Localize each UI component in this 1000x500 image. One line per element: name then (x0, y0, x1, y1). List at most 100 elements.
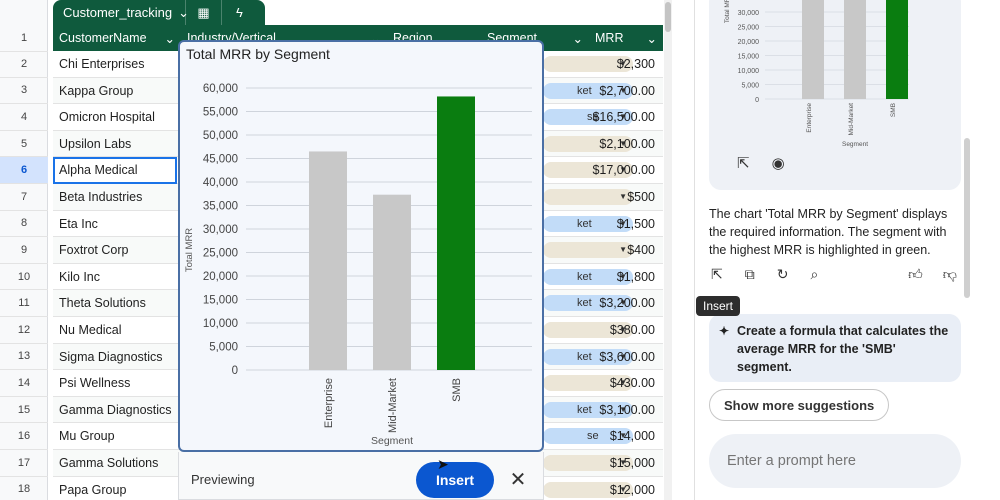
insert-button[interactable]: Insert (416, 462, 494, 498)
row-number[interactable]: 12 (0, 317, 48, 344)
cell-customer-name[interactable]: Theta Solutions (59, 290, 146, 317)
x-tick-label: SMB (451, 378, 463, 402)
mini-y-tick-label: 20,000 (738, 39, 760, 46)
row-number[interactable]: 11 (0, 290, 48, 317)
insert-icon[interactable]: ⇱ (711, 266, 723, 283)
cell-mrr[interactable]: $3,600.00 (599, 344, 655, 371)
cell-customer-name[interactable]: Alpha Medical Center (53, 157, 177, 204)
eye-icon[interactable]: ◉ (772, 154, 785, 172)
cell-mrr[interactable]: $2,100.00 (599, 131, 655, 158)
table-view-icon[interactable]: ▦ (185, 0, 221, 25)
row-number[interactable]: 1 (0, 25, 48, 52)
row-number[interactable]: 15 (0, 397, 48, 424)
chart-preview-card[interactable]: Total MRR by Segment 0 5,000 10,000 15,000 2… (178, 40, 544, 452)
prompt-input[interactable] (709, 434, 961, 488)
row-number[interactable]: 2 (0, 51, 48, 78)
row-number[interactable]: 16 (0, 423, 48, 450)
cell-customer-name[interactable]: Gamma Solutions (59, 450, 158, 477)
row-number[interactable]: 18 (0, 477, 48, 500)
cell-mrr[interactable]: $500 (627, 184, 655, 211)
x-tick-label: Mid-Market (387, 378, 399, 433)
row-number[interactable]: 17 (0, 450, 48, 477)
open-in-sheet-icon[interactable]: ⇱ (737, 154, 750, 172)
segment-chip-label (547, 457, 577, 469)
cell-customer-name[interactable]: Eta Inc (59, 211, 98, 238)
row-number[interactable]: 4 (0, 104, 48, 131)
scrollbar-thumb[interactable] (665, 2, 671, 32)
suggestion-chip[interactable]: ✦ Create a formula that calculates the a… (709, 314, 961, 382)
mini-bar (844, 0, 866, 99)
cell-mrr[interactable]: $3,100.00 (599, 397, 655, 424)
close-icon[interactable]: ✕ (505, 466, 531, 492)
sparkle-icon: ✦ (719, 324, 730, 338)
cell-customer-name[interactable]: Chi Enterprises (59, 51, 144, 78)
chevron-down-icon: ⌄ (164, 31, 175, 46)
table-name-dropdown[interactable]: Customer_tracking ⌄ (53, 5, 189, 21)
cell-customer-name[interactable]: Mu Group (59, 423, 115, 450)
response-actions: ⇱ ⧉ ↻ ⌕ 👍︎ 👎︎ (711, 266, 957, 283)
previewing-label: Previewing (191, 472, 255, 487)
row-number[interactable]: 8 (0, 211, 48, 238)
cell-customer-name[interactable]: Upsilon Labs (59, 131, 131, 158)
segment-chip-label (547, 164, 577, 176)
row-number[interactable]: 5 (0, 131, 48, 158)
cell-customer-name[interactable]: Beta Industries (59, 184, 142, 211)
cell-customer-name[interactable]: Nu Medical (59, 317, 122, 344)
column-header-mrr[interactable]: MRR ⌄ (589, 25, 663, 51)
cell-mrr[interactable]: $14,000 (610, 423, 655, 450)
cell-mrr[interactable]: $1,800 (617, 264, 655, 291)
row-number[interactable]: 6 (0, 157, 48, 184)
cell-mrr[interactable]: $430.00 (610, 370, 655, 397)
cell-mrr[interactable]: $12,000 (610, 477, 655, 500)
segment-chip[interactable]: ▼ (543, 189, 633, 205)
mini-y-tick-label: 5,000 (741, 83, 759, 90)
row-number[interactable]: 10 (0, 264, 48, 291)
dropdown-arrow-icon: ▼ (619, 245, 627, 255)
chevron-down-icon: ⌄ (646, 31, 657, 46)
panel-scrollbar[interactable] (964, 138, 970, 298)
copy-icon[interactable]: ⧉ (745, 266, 755, 283)
response-text: The chart 'Total MRR by Segment' display… (709, 207, 948, 257)
cell-mrr[interactable]: $15,000 (610, 450, 655, 477)
cell-mrr[interactable]: $2,700.00 (599, 78, 655, 105)
cell-customer-name[interactable]: Omicron Hospital (59, 104, 155, 131)
cell-customer-name[interactable]: Kilo Inc (59, 264, 100, 291)
y-tick-label: 20,000 (203, 271, 238, 283)
cell-mrr[interactable]: $2,300 (617, 51, 655, 78)
refresh-icon[interactable]: ↻ (777, 266, 789, 283)
cell-customer-name[interactable]: Kappa Group (59, 78, 133, 105)
sparkle-search-icon[interactable]: ⌕ (810, 266, 818, 283)
segment-chip-label: ket (577, 217, 592, 230)
column-header-label: CustomerName (59, 31, 147, 45)
cell-mrr[interactable]: $380.00 (610, 317, 655, 344)
cell-mrr[interactable]: $1,500 (617, 211, 655, 238)
table-tab[interactable]: Customer_tracking ⌄ ▦ ϟ (53, 0, 265, 25)
cell-customer-name[interactable]: Sigma Diagnostics (59, 344, 163, 371)
cell-mrr[interactable]: $400 (627, 237, 655, 264)
cell-customer-name[interactable]: Gamma Diagnostics (59, 397, 172, 424)
thumbs-up-icon[interactable]: 👍︎ (908, 266, 923, 283)
row-number[interactable]: 3 (0, 78, 48, 105)
cell-customer-name[interactable]: Papa Group (59, 477, 126, 500)
segment-chip[interactable]: ▼ (543, 242, 633, 259)
cell-mrr[interactable]: $16,500.00 (592, 104, 655, 131)
row-number[interactable]: 14 (0, 370, 48, 397)
x-tick-label: Enterprise (323, 378, 335, 428)
thumbs-down-icon[interactable]: 👎︎ (943, 266, 957, 283)
mini-chart-card[interactable]: 0 5,000 10,000 15,000 20,000 25,000 30,000 Ente… (709, 0, 961, 190)
segment-chip-label: se (587, 430, 599, 443)
row-number[interactable]: 9 (0, 237, 48, 264)
vertical-scrollbar[interactable] (664, 0, 672, 500)
table-name: Customer_tracking (63, 5, 173, 20)
cell-mrr[interactable]: $17,000.00 (592, 157, 655, 184)
row-number[interactable]: 13 (0, 344, 48, 371)
lightning-icon[interactable]: ϟ (221, 0, 257, 25)
cell-customer-name[interactable]: Psi Wellness (59, 370, 130, 397)
cell-mrr[interactable]: $3,200.00 (599, 290, 655, 317)
segment-chip-label (547, 138, 577, 150)
mini-x-axis-label: Segment (842, 141, 868, 148)
column-header-customername[interactable]: CustomerName ⌄ (53, 25, 181, 51)
cell-customer-name[interactable]: Foxtrot Corp (59, 237, 128, 264)
show-more-suggestions-button[interactable]: Show more suggestions (709, 389, 890, 421)
row-number[interactable]: 7 (0, 184, 48, 211)
